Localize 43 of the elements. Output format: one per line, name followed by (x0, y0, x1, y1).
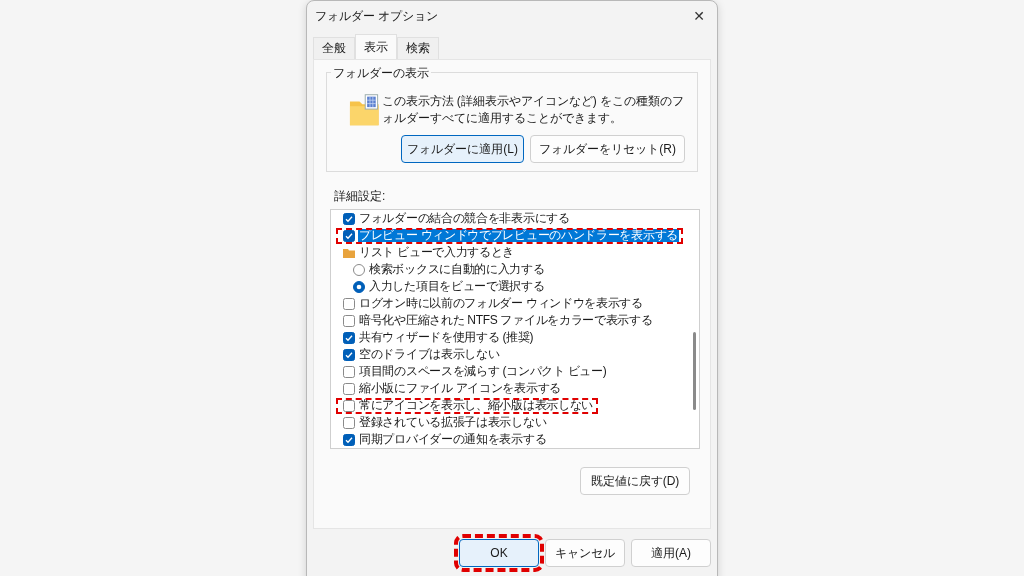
scrollbar-thumb[interactable] (692, 332, 696, 410)
tab[interactable]: 表示 (355, 34, 397, 59)
restore-defaults-button[interactable]: 既定値に戻す(D) (580, 467, 690, 495)
description-text: この表示方法 (詳細表示やアイコンなど) をこの種類のフォルダーすべてに適用することができます。 (381, 93, 685, 127)
folder-button[interactable]: フォルダーをリセット(R) (530, 135, 685, 163)
setting-label[interactable]: 同期プロバイダーの通知を表示する (358, 433, 548, 446)
setting-label[interactable]: 暗号化や圧縮された NTFS ファイルをカラーで表示する (358, 314, 654, 327)
radio-button[interactable] (353, 263, 365, 276)
dialog-button[interactable]: キャンセル (545, 539, 625, 567)
setting-label[interactable]: 検索ボックスに自動的に入力する (368, 263, 546, 276)
setting-label[interactable]: ログオン時に以前のフォルダー ウィンドウを表示する (358, 297, 644, 310)
radio-button[interactable] (353, 280, 365, 293)
setting-label[interactable]: 空のドライブは表示しない (358, 348, 501, 361)
checkbox[interactable] (343, 382, 355, 395)
setting-label[interactable]: リスト ビューで入力するとき (358, 246, 516, 259)
checkbox[interactable] (343, 348, 355, 361)
setting-label[interactable]: 縮小版にファイル アイコンを表示する (358, 382, 562, 395)
checkbox[interactable] (343, 331, 355, 344)
folder-icon (349, 93, 380, 127)
checkbox[interactable] (343, 433, 355, 446)
setting-label[interactable]: プレビュー ウィンドウでプレビューのハンドラーを表示する (358, 229, 679, 242)
window-title: フォルダー オプション (315, 7, 439, 25)
folder-button[interactable]: フォルダーに適用(L) (401, 135, 525, 163)
checkbox[interactable] (343, 399, 355, 412)
setting-label[interactable]: 共有ウィザードを使用する (推奨) (358, 331, 535, 344)
tab[interactable]: 検索 (397, 37, 439, 59)
checkbox[interactable] (343, 212, 355, 225)
dialog-button[interactable]: 適用(A) (631, 539, 711, 567)
folder-icon (343, 247, 355, 258)
setting-label[interactable]: 常にアイコンを表示し、縮小版は表示しない (358, 399, 594, 412)
setting-label[interactable]: フォルダーの結合の競合を非表示にする (358, 212, 571, 225)
setting-label[interactable]: 入力した項目をビューで選択する (368, 280, 546, 293)
checkbox[interactable] (343, 416, 355, 429)
checkbox[interactable] (343, 297, 355, 310)
group-title: フォルダーの表示 (331, 65, 431, 82)
tab[interactable]: 全般 (313, 37, 355, 59)
close-button[interactable]: ✕ (693, 8, 705, 24)
setting-label[interactable]: 項目間のスペースを減らす (コンパクト ビュー) (358, 365, 608, 378)
setting-label[interactable]: 登録されている拡張子は表示しない (358, 416, 548, 429)
checkbox[interactable] (343, 365, 355, 378)
checkbox[interactable] (343, 314, 355, 327)
section-title: 詳細設定: (334, 188, 387, 205)
checkbox[interactable] (343, 229, 355, 242)
